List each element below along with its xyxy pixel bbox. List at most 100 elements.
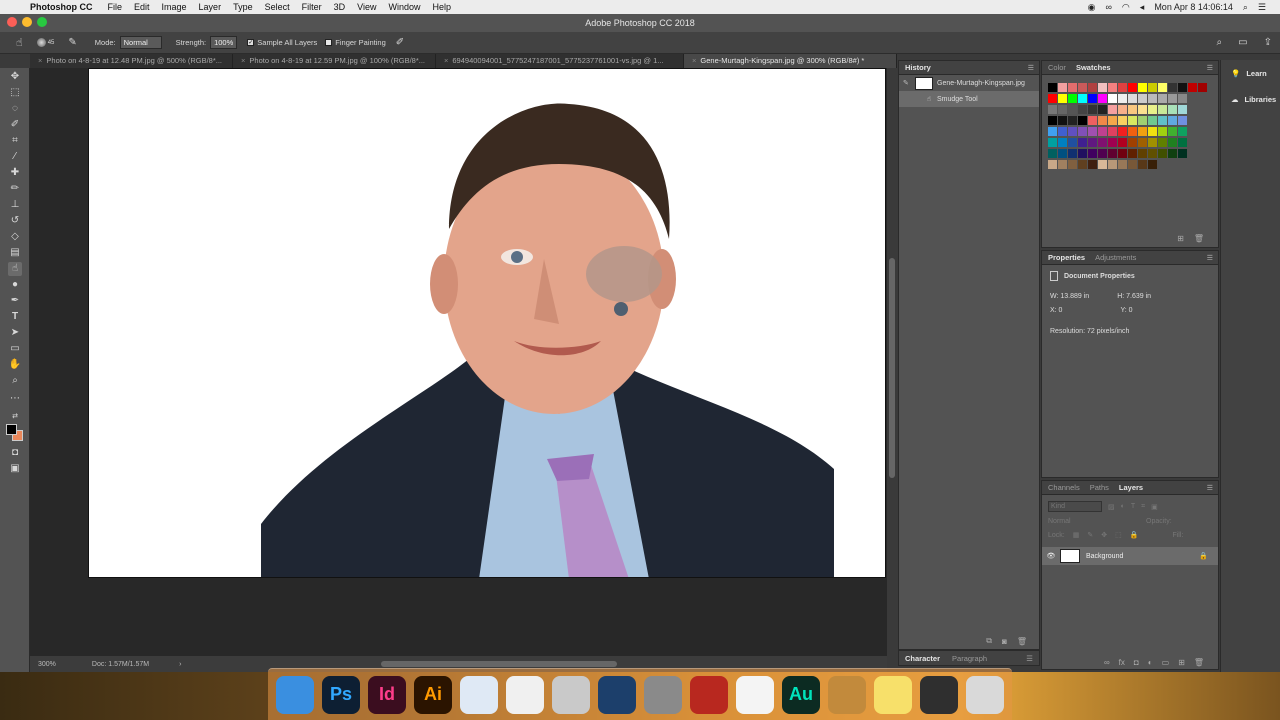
menu-view[interactable]: View xyxy=(357,2,376,12)
color-swatch[interactable] xyxy=(1048,116,1057,125)
close-tab-icon[interactable]: × xyxy=(444,56,448,65)
screen-mode-icon[interactable]: ▣ xyxy=(8,462,22,476)
color-swatch[interactable] xyxy=(1068,105,1077,114)
snapshot-camera-icon[interactable]: ◙ xyxy=(1002,637,1007,646)
filter-kind-select[interactable]: Kind xyxy=(1048,501,1102,512)
blend-mode-select[interactable]: Normal xyxy=(1048,518,1120,525)
search-icon[interactable]: ⌕ xyxy=(1217,37,1223,48)
dock-trash-icon[interactable] xyxy=(966,675,1004,714)
dock-indesign-icon[interactable]: Id xyxy=(368,675,406,714)
type-filter-icon[interactable]: T xyxy=(1131,503,1135,510)
color-swatch[interactable] xyxy=(1078,116,1087,125)
trash-icon[interactable]: 🗑 xyxy=(1017,637,1027,646)
lasso-tool-icon[interactable]: ◌ xyxy=(8,102,22,116)
color-swatch[interactable] xyxy=(1078,94,1087,103)
color-swatch[interactable] xyxy=(1068,149,1077,158)
tab-photo-1248[interactable]: × Photo on 4-8-19 at 12.48 PM.jpg @ 500% … xyxy=(30,54,233,68)
dock-illustrator-icon[interactable]: Ai xyxy=(414,675,452,714)
smart-object-filter-icon[interactable]: ▣ xyxy=(1151,503,1158,511)
color-swatch[interactable] xyxy=(1118,105,1127,114)
color-swatch[interactable] xyxy=(1168,83,1177,92)
color-swatch[interactable] xyxy=(1088,94,1097,103)
lock-pixels-icon[interactable]: ✎ xyxy=(1087,531,1093,539)
spotlight-search-icon[interactable]: ⌕ xyxy=(1243,2,1248,13)
foreground-color-swatch[interactable] xyxy=(6,424,17,435)
minimize-window-button[interactable] xyxy=(22,17,32,27)
document-canvas[interactable] xyxy=(88,68,886,578)
dock-photo-booth-icon[interactable] xyxy=(690,675,728,714)
color-swatch[interactable] xyxy=(1088,116,1097,125)
menu-file[interactable]: File xyxy=(108,2,123,12)
close-tab-icon[interactable]: × xyxy=(38,56,42,65)
tab-paragraph[interactable]: Paragraph xyxy=(952,654,987,663)
color-swatch[interactable] xyxy=(1178,149,1187,158)
color-swatch[interactable] xyxy=(1098,138,1107,147)
color-swatch[interactable] xyxy=(1078,160,1087,169)
color-swatch[interactable] xyxy=(1138,127,1147,136)
rectangle-tool-icon[interactable]: ▭ xyxy=(8,342,22,356)
strength-input[interactable]: 100% xyxy=(210,36,238,49)
tab-swatches[interactable]: Swatches xyxy=(1076,63,1111,72)
color-swatch[interactable] xyxy=(1068,83,1077,92)
canvas-horizontal-scrollbar[interactable] xyxy=(381,661,618,667)
color-swatch[interactable] xyxy=(1168,127,1177,136)
color-swatch[interactable] xyxy=(1158,127,1167,136)
height-value[interactable]: H: 7.639 in xyxy=(1117,293,1151,300)
layer-row[interactable]: 👁 Background 🔒 xyxy=(1042,547,1218,565)
brush-preset-picker[interactable]: 45 xyxy=(36,38,54,47)
color-swatch[interactable] xyxy=(1158,138,1167,147)
color-swatch[interactable] xyxy=(1128,94,1137,103)
menu-window[interactable]: Window xyxy=(388,2,420,12)
color-swatch[interactable] xyxy=(1078,127,1087,136)
color-swatch[interactable] xyxy=(1118,94,1127,103)
color-swatch[interactable] xyxy=(1158,83,1167,92)
color-swatch[interactable] xyxy=(1108,149,1117,158)
color-swatch[interactable] xyxy=(1168,94,1177,103)
color-swatch[interactable] xyxy=(1088,149,1097,158)
color-swatch[interactable] xyxy=(1048,105,1057,114)
smudge-tool-preset-icon[interactable]: ☝ xyxy=(16,36,23,49)
close-window-button[interactable] xyxy=(7,17,17,27)
color-swatch[interactable] xyxy=(1138,138,1147,147)
color-swatch[interactable] xyxy=(1128,138,1137,147)
color-swatch[interactable] xyxy=(1088,160,1097,169)
color-swatch[interactable] xyxy=(1058,138,1067,147)
color-swatch[interactable] xyxy=(1058,127,1067,136)
color-swatch[interactable] xyxy=(1108,94,1117,103)
color-swatch[interactable] xyxy=(1098,160,1107,169)
app-menu[interactable]: Photoshop CC xyxy=(30,2,93,12)
dock-photos-browser-icon[interactable] xyxy=(920,675,958,714)
tab-character[interactable]: Character xyxy=(905,654,940,663)
panel-menu-icon[interactable]: ☰ xyxy=(1207,484,1213,492)
color-swatch[interactable] xyxy=(1048,83,1057,92)
color-swatch[interactable] xyxy=(1138,160,1147,169)
color-swatch[interactable] xyxy=(1078,105,1087,114)
color-swatch[interactable] xyxy=(1168,149,1177,158)
healing-brush-tool-icon[interactable]: ✚ xyxy=(8,166,22,180)
history-step[interactable]: ☝ Smudge Tool xyxy=(899,91,1039,107)
color-swatch[interactable] xyxy=(1148,116,1157,125)
clone-stamp-tool-icon[interactable]: ⊥ xyxy=(8,198,22,212)
color-swatch[interactable] xyxy=(1088,105,1097,114)
menu-image[interactable]: Image xyxy=(162,2,187,12)
color-swatch[interactable] xyxy=(1168,105,1177,114)
scroll-thumb[interactable] xyxy=(889,258,895,478)
width-value[interactable]: W: 13.889 in xyxy=(1050,293,1089,300)
color-swatch[interactable] xyxy=(1178,138,1187,147)
menu-select[interactable]: Select xyxy=(265,2,290,12)
gradient-tool-icon[interactable]: ▤ xyxy=(8,246,22,260)
color-swatch[interactable] xyxy=(1158,94,1167,103)
crop-tool-icon[interactable]: ⌗ xyxy=(8,134,22,148)
color-swatch[interactable] xyxy=(1148,94,1157,103)
color-swatch[interactable] xyxy=(1178,83,1187,92)
color-swatch[interactable] xyxy=(1088,138,1097,147)
color-swatch[interactable] xyxy=(1188,83,1197,92)
color-swatch[interactable] xyxy=(1118,138,1127,147)
dock-chrome-icon[interactable] xyxy=(736,675,774,714)
share-icon[interactable]: ⇪ xyxy=(1264,37,1272,48)
dodge-tool-icon[interactable]: ● xyxy=(8,278,22,292)
libraries-panel-button[interactable]: ☁ Libraries xyxy=(1221,86,1280,112)
pen-tool-icon[interactable]: ✒ xyxy=(8,294,22,308)
marquee-tool-icon[interactable]: ⬚ xyxy=(8,86,22,100)
color-swatch[interactable] xyxy=(1138,149,1147,158)
